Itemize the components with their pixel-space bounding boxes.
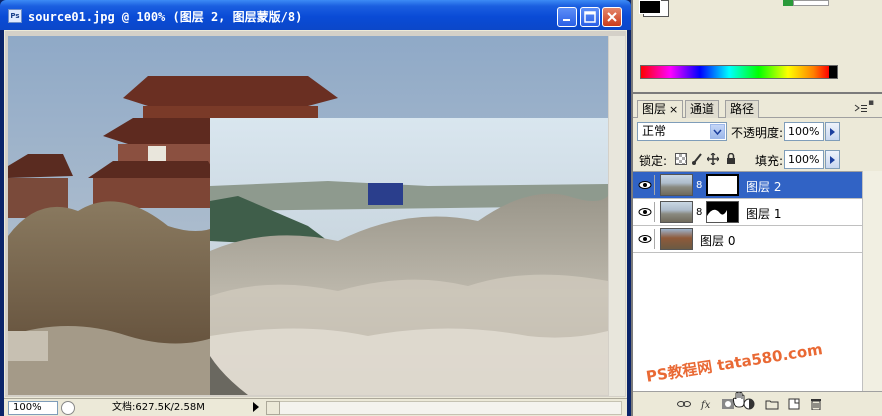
visibility-eye-icon[interactable] xyxy=(635,202,655,222)
title-bar[interactable]: Ps source01.jpg @ 100% (图层 2, 图层蒙版/8) xyxy=(0,0,631,30)
fill-slider-button[interactable] xyxy=(825,150,840,169)
document-size-info: 文档:627.5K/2.58M xyxy=(112,402,205,413)
close-icon xyxy=(607,12,617,22)
mask-link-icon[interactable]: 8 xyxy=(696,180,702,191)
color-panel xyxy=(633,0,882,92)
blend-mode-value: 正常 xyxy=(642,124,667,138)
tab-layers[interactable]: 图层 × xyxy=(637,100,684,118)
layer-thumbnail[interactable] xyxy=(660,174,693,196)
layer-name[interactable]: 图层 2 xyxy=(746,178,781,195)
layer-list-scrollbar[interactable] xyxy=(862,171,882,391)
panel-tabs: 图层 × 通道 路径 ▪ xyxy=(633,98,882,118)
panel-close-icon[interactable]: ▪ xyxy=(868,98,874,108)
minimize-icon xyxy=(563,19,570,21)
layer-name[interactable]: 图层 0 xyxy=(700,232,735,249)
lock-all-icon[interactable] xyxy=(725,152,737,165)
layer-mask-thumbnail[interactable] xyxy=(706,174,739,196)
link-layers-icon[interactable] xyxy=(677,398,691,410)
lock-position-icon[interactable] xyxy=(706,152,720,166)
lock-paint-icon[interactable] xyxy=(691,153,703,165)
minimize-button[interactable] xyxy=(557,7,577,27)
vertical-scrollbar[interactable] xyxy=(609,36,625,396)
layer-row-layer-2[interactable]: 8 图层 2 xyxy=(633,172,862,199)
visibility-eye-icon[interactable] xyxy=(635,175,655,195)
blend-mode-select[interactable]: 正常 xyxy=(637,122,727,141)
layers-bottom-bar: fx xyxy=(633,391,882,416)
hand-cursor-icon xyxy=(733,392,745,408)
fill-field[interactable]: 100% xyxy=(784,150,824,169)
foreground-color-swatch[interactable] xyxy=(639,0,661,14)
layer-thumbnail[interactable] xyxy=(660,228,693,250)
visibility-eye-icon[interactable] xyxy=(635,229,655,249)
lock-label: 锁定: xyxy=(639,154,668,168)
maximize-button[interactable] xyxy=(580,7,600,27)
zoom-level-field[interactable]: 100% xyxy=(8,401,58,415)
opacity-label: 不透明度: xyxy=(731,126,784,140)
status-info-icon[interactable] xyxy=(61,401,75,415)
tab-close-icon[interactable]: × xyxy=(669,102,678,118)
tab-channels[interactable]: 通道 xyxy=(685,100,720,118)
photo-composite xyxy=(8,36,608,395)
mask-link-icon[interactable]: 8 xyxy=(696,207,702,218)
layer-thumbnail[interactable] xyxy=(660,201,693,223)
fill-label: 填充: xyxy=(755,154,784,168)
chevron-down-icon[interactable] xyxy=(710,124,725,139)
tab-paths[interactable]: 路径 xyxy=(725,100,760,118)
color-warning-icon xyxy=(783,0,793,6)
opacity-slider-button[interactable] xyxy=(825,122,840,141)
layer-name[interactable]: 图层 1 xyxy=(746,205,781,222)
close-button[interactable] xyxy=(602,7,622,27)
adjustment-layer-icon[interactable] xyxy=(743,398,757,410)
delete-layer-icon[interactable] xyxy=(809,398,823,411)
layer-style-icon[interactable]: fx xyxy=(699,398,713,411)
image-canvas[interactable] xyxy=(8,36,608,395)
color-spectrum-ramp[interactable] xyxy=(640,65,838,79)
status-bar: 100% 文档:627.5K/2.58M xyxy=(4,398,627,416)
maximize-icon xyxy=(584,11,596,23)
horizontal-scrollbar[interactable] xyxy=(266,401,622,415)
layer-mask-thumbnail[interactable] xyxy=(706,201,739,223)
scroll-left-button[interactable] xyxy=(266,401,280,415)
color-value-box xyxy=(793,0,829,6)
panel-menu-icon[interactable] xyxy=(854,104,868,114)
document-title: source01.jpg @ 100% (图层 2, 图层蒙版/8) xyxy=(28,10,303,24)
svg-text:fx: fx xyxy=(700,400,711,410)
tab-layers-label: 图层 xyxy=(642,102,667,116)
document-window: Ps source01.jpg @ 100% (图层 2, 图层蒙版/8) 10… xyxy=(0,0,631,416)
layer-row-layer-1[interactable]: 8 图层 1 xyxy=(633,199,862,226)
new-layer-icon[interactable] xyxy=(787,398,801,410)
opacity-field[interactable]: 100% xyxy=(784,122,824,141)
photoshop-icon: Ps xyxy=(8,9,22,23)
new-group-icon[interactable] xyxy=(765,398,779,410)
layer-row-layer-0[interactable]: 图层 0 xyxy=(633,226,862,253)
lock-transparency-icon[interactable] xyxy=(675,153,687,165)
status-menu-arrow-icon[interactable] xyxy=(253,402,259,412)
